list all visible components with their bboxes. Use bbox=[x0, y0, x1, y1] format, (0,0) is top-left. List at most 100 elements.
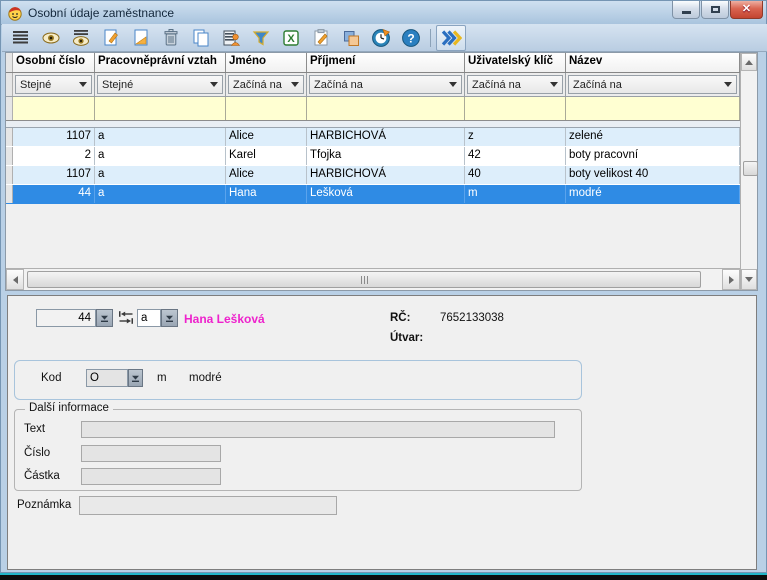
filter-value-input[interactable] bbox=[465, 97, 566, 120]
vertical-scroll-thumb[interactable] bbox=[743, 161, 758, 176]
cell-osobni-cislo[interactable]: 1107 bbox=[13, 128, 95, 146]
cell-klic[interactable]: m bbox=[465, 185, 566, 203]
scroll-left-button[interactable] bbox=[6, 269, 24, 290]
table-row-selected[interactable]: 44 a Hana Lešková m modré bbox=[6, 185, 740, 204]
kod-key: m bbox=[157, 372, 167, 384]
cell-jmeno[interactable]: Alice bbox=[226, 166, 307, 184]
filter-value-input[interactable] bbox=[13, 97, 95, 120]
cislo-field[interactable] bbox=[81, 445, 221, 462]
cell-osobni-cislo[interactable]: 2 bbox=[13, 147, 95, 165]
horizontal-scroll-track[interactable] bbox=[24, 269, 722, 290]
filter-icon[interactable] bbox=[248, 26, 274, 50]
cell-prijmeni[interactable]: HARBICHOVÁ bbox=[307, 128, 465, 146]
filter-value-input[interactable] bbox=[566, 97, 740, 120]
history-clock-icon[interactable] bbox=[368, 26, 394, 50]
cell-klic[interactable]: 40 bbox=[465, 166, 566, 184]
filter-operator-dropdown[interactable]: Začíná na bbox=[309, 75, 462, 94]
delete-record-icon[interactable] bbox=[158, 26, 184, 50]
filter-operator-dropdown[interactable]: Začíná na bbox=[568, 75, 737, 94]
relation-code-field[interactable]: a bbox=[137, 309, 161, 327]
poznamka-field[interactable] bbox=[79, 496, 337, 515]
close-button[interactable]: ✕ bbox=[730, 1, 763, 19]
utvar-label: Útvar: bbox=[390, 332, 423, 344]
table-row[interactable]: 2 a Karel Tfojka 42 boty pracovní bbox=[6, 147, 740, 166]
kod-box: Kod O m modré bbox=[14, 360, 582, 400]
scroll-right-button[interactable] bbox=[722, 269, 740, 290]
table-row[interactable]: 1107 a Alice HARBICHOVÁ z zelené bbox=[6, 128, 740, 147]
column-header-osobni-cislo[interactable]: Osobní číslo bbox=[13, 53, 95, 72]
column-header-nazev[interactable]: Název bbox=[566, 53, 740, 72]
cell-prijmeni[interactable]: Tfojka bbox=[307, 147, 465, 165]
kod-name: modré bbox=[189, 372, 222, 384]
scroll-up-button[interactable] bbox=[741, 53, 757, 71]
vertical-scroll-track[interactable] bbox=[741, 71, 757, 269]
cell-vztah[interactable]: a bbox=[95, 185, 226, 203]
horizontal-scrollbar[interactable] bbox=[6, 268, 740, 290]
expand-chevrons-icon[interactable] bbox=[436, 25, 466, 51]
titlebar[interactable]: Osobní údaje zaměstnance ✕ bbox=[1, 1, 766, 25]
rc-value: 7652133038 bbox=[440, 312, 504, 324]
detail-panel: 44 a Hana Lešková RČ: 7652133038 Útvar: … bbox=[7, 295, 757, 570]
cell-klic[interactable]: z bbox=[465, 128, 566, 146]
cell-nazev[interactable]: zelené bbox=[566, 128, 740, 146]
filter-value-row bbox=[6, 97, 740, 121]
filter-value-input[interactable] bbox=[95, 97, 226, 120]
export-excel-icon[interactable]: X bbox=[278, 26, 304, 50]
edit-clipboard-icon[interactable] bbox=[308, 26, 334, 50]
cell-nazev[interactable]: modré bbox=[566, 185, 740, 203]
new-record-icon[interactable] bbox=[98, 26, 124, 50]
filter-value-input[interactable] bbox=[226, 97, 307, 120]
scroll-down-button[interactable] bbox=[741, 269, 757, 290]
cell-osobni-cislo[interactable]: 44 bbox=[13, 185, 95, 203]
filter-operator-dropdown[interactable]: Stejné bbox=[15, 75, 92, 94]
text-field[interactable] bbox=[81, 421, 555, 438]
relation-code-spinner[interactable] bbox=[161, 309, 178, 327]
cell-osobni-cislo[interactable]: 1107 bbox=[13, 166, 95, 184]
grid-header-row: Osobní číslo Pracovněprávní vztah Jméno … bbox=[6, 53, 740, 73]
cell-vztah[interactable]: a bbox=[95, 128, 226, 146]
cell-vztah[interactable]: a bbox=[95, 166, 226, 184]
filter-value-input[interactable] bbox=[307, 97, 465, 120]
maximize-button[interactable] bbox=[701, 1, 729, 19]
filter-operator-dropdown[interactable]: Stejné bbox=[97, 75, 223, 94]
cell-nazev[interactable]: boty velikost 40 bbox=[566, 166, 740, 184]
cell-jmeno[interactable]: Alice bbox=[226, 128, 307, 146]
filter-operator-dropdown[interactable]: Začíná na bbox=[228, 75, 304, 94]
horizontal-scroll-thumb[interactable] bbox=[27, 271, 701, 288]
list-icon[interactable] bbox=[8, 26, 34, 50]
cell-klic[interactable]: 42 bbox=[465, 147, 566, 165]
edit-record-icon[interactable] bbox=[128, 26, 154, 50]
cell-jmeno[interactable]: Karel bbox=[226, 147, 307, 165]
kod-spinner[interactable] bbox=[128, 369, 143, 387]
cell-nazev[interactable]: boty pracovní bbox=[566, 147, 740, 165]
filter-operator-dropdown[interactable]: Začíná na bbox=[467, 75, 563, 94]
kod-field[interactable]: O bbox=[86, 369, 128, 387]
help-icon[interactable]: ? bbox=[398, 26, 424, 50]
copy-record-icon[interactable] bbox=[188, 26, 214, 50]
column-header-pracovnepravni-vztah[interactable]: Pracovněprávní vztah bbox=[95, 53, 226, 72]
table-row[interactable]: 1107 a Alice HARBICHOVÁ 40 boty velikost… bbox=[6, 166, 740, 185]
view-list-eye-icon[interactable] bbox=[68, 26, 94, 50]
column-header-jmeno[interactable]: Jméno bbox=[226, 53, 307, 72]
employee-table-icon[interactable] bbox=[218, 26, 244, 50]
employee-number-field[interactable]: 44 bbox=[36, 309, 96, 327]
employee-grid: Osobní číslo Pracovněprávní vztah Jméno … bbox=[5, 52, 758, 291]
cell-vztah[interactable]: a bbox=[95, 147, 226, 165]
cell-prijmeni[interactable]: HARBICHOVÁ bbox=[307, 166, 465, 184]
grip-icon bbox=[361, 276, 368, 284]
filter-operator-row: Stejné Stejné Začíná na Začíná na Začíná… bbox=[6, 73, 740, 97]
vertical-scrollbar[interactable] bbox=[740, 53, 757, 290]
column-header-prijmeni[interactable]: Příjmení bbox=[307, 53, 465, 72]
toolbar-separator bbox=[430, 29, 431, 47]
castka-label: Částka bbox=[24, 470, 60, 482]
castka-field[interactable] bbox=[81, 468, 221, 485]
window-title: Osobní údaje zaměstnance bbox=[28, 6, 174, 20]
view-eye-icon[interactable] bbox=[38, 26, 64, 50]
swap-record-icon[interactable] bbox=[118, 311, 134, 324]
cell-prijmeni[interactable]: Lešková bbox=[307, 185, 465, 203]
employee-number-spinner[interactable] bbox=[96, 309, 113, 327]
minimize-button[interactable] bbox=[672, 1, 700, 19]
cell-jmeno[interactable]: Hana bbox=[226, 185, 307, 203]
duplicate-icon[interactable] bbox=[338, 26, 364, 50]
column-header-uzivatelsky-klic[interactable]: Uživatelský klíč bbox=[465, 53, 566, 72]
